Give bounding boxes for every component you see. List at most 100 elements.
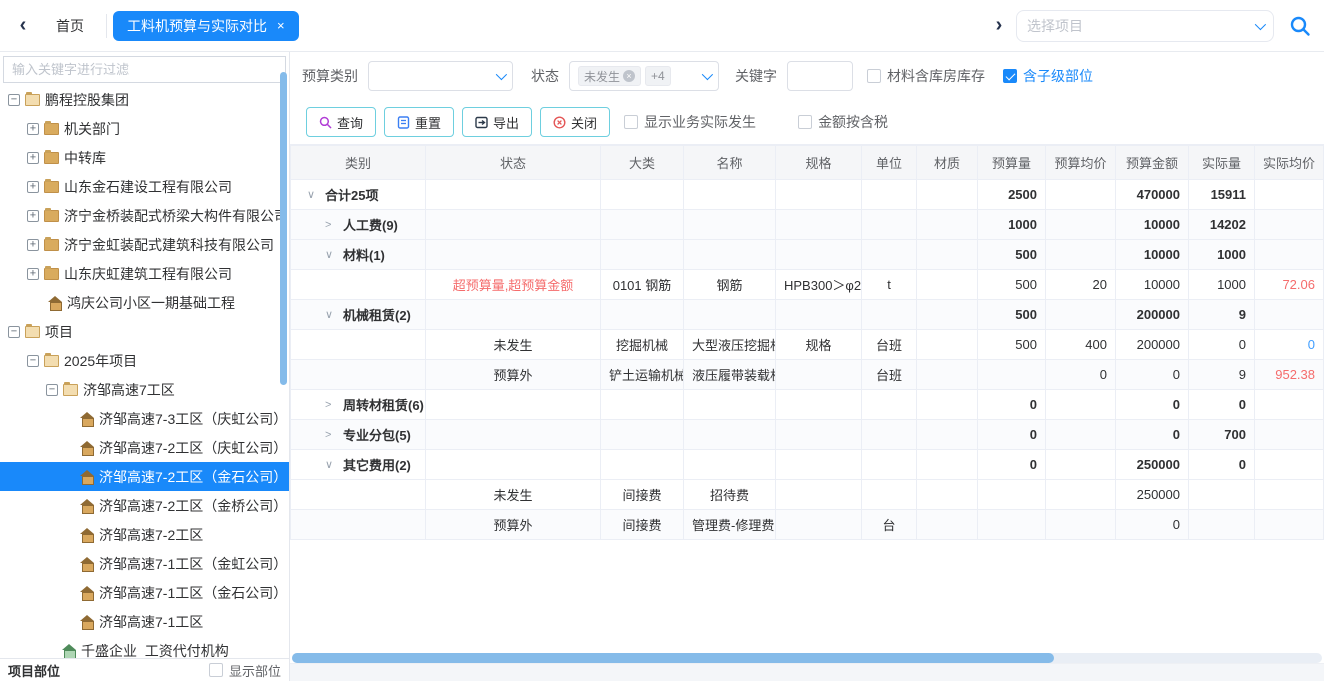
table-row[interactable]: 机械租赁(2) 500 200000 9 [291,300,1324,330]
material-stock-checkbox[interactable] [867,69,881,83]
chevron-down-icon[interactable] [702,69,713,80]
query-button[interactable]: 查询 [306,107,376,137]
show-actual-checkbox-group[interactable]: 显示业务实际发生 [624,112,756,132]
tax-included-checkbox-group[interactable]: 金额按含税 [798,112,888,132]
search-icon[interactable] [1288,14,1312,38]
tree-item[interactable]: 中转库 [0,143,289,172]
table-row[interactable]: 周转材租赁(6) 0 0 0 [291,390,1324,420]
tree-item[interactable]: 济宁金桥装配式桥梁大构件有限公司 [0,201,289,230]
tree-expander-icon[interactable] [8,94,20,106]
forward-arrow-icon[interactable]: › [988,14,1010,37]
row-caret-icon[interactable] [325,458,337,471]
table-row[interactable]: 材料(1) 500 10000 1000 [291,240,1324,270]
tree-filter-input[interactable] [3,56,286,83]
table-header-cell[interactable]: 名称 [684,146,776,180]
row-caret-icon[interactable] [325,429,337,441]
export-button[interactable]: 导出 [462,107,532,137]
back-arrow-icon[interactable]: ‹ [12,14,34,37]
show-parts-checkbox-group[interactable]: 显示部位 [209,661,281,680]
table-row[interactable]: 预算外 间接费 管理费-修理费 台 0 [291,510,1324,540]
project-select-input[interactable] [1027,18,1249,34]
row-caret-icon[interactable] [325,399,337,411]
table-header-cell[interactable]: 大类 [601,146,684,180]
table-horizontal-scrollbar[interactable] [292,653,1322,663]
table-header-cell[interactable]: 规格 [776,146,862,180]
table-header-cell[interactable]: 实际均价 [1255,146,1324,180]
tree-item[interactable]: 千盛企业_工资代付机构 [0,636,289,658]
table-row[interactable]: 未发生 挖掘机械 大型液压挖掘机 规格 台班 500 400 200000 0 … [291,330,1324,360]
keyword-label: 关键字 [735,66,777,86]
tree-expander-icon[interactable] [27,152,39,164]
tab-home[interactable]: 首页 [40,16,100,36]
cell-budget-amount: 470000 [1116,180,1189,210]
table-header-cell[interactable]: 预算量 [978,146,1046,180]
table-row[interactable]: 人工费(9) 1000 10000 142 [291,210,1324,240]
status-tag-more[interactable]: +4 [645,66,671,86]
row-caret-icon[interactable] [325,248,337,261]
tree-item[interactable]: 济邹高速7工区 [0,375,289,404]
table-header-cell[interactable]: 状态 [426,146,601,180]
include-sub-parts-label: 含子级部位 [1023,66,1093,86]
chevron-down-icon[interactable] [496,69,507,80]
scrollbar-thumb[interactable] [292,653,1054,663]
table-header-cell[interactable]: 材质 [917,146,978,180]
table-row[interactable]: 专业分包(5) 0 0 700 [291,420,1324,450]
table-row[interactable]: 合计25项 2500 470000 159 [291,180,1324,210]
tree-item[interactable]: 山东庆虹建筑工程有限公司 [0,259,289,288]
chevron-down-icon[interactable] [1255,18,1266,29]
tree-expander-icon[interactable] [27,355,39,367]
tag-close-icon[interactable]: × [623,70,635,82]
tree-item[interactable]: 鹏程控股集团 [0,85,289,114]
tree-item[interactable]: 济宁金虹装配式建筑科技有限公司 [0,230,289,259]
tree-expander-icon[interactable] [27,123,39,135]
material-stock-checkbox-group[interactable]: 材料含库房库存 [867,66,985,86]
status-multiselect[interactable]: 未发生 × +4 [569,61,719,91]
include-sub-parts-checkbox[interactable] [1003,69,1017,83]
tree-expander-icon[interactable] [46,384,58,396]
row-caret-icon[interactable] [325,308,337,321]
row-caret-icon[interactable] [325,219,337,231]
table-header-cell[interactable]: 预算金额 [1116,146,1189,180]
tree-expander-icon[interactable] [8,326,20,338]
show-parts-checkbox[interactable] [209,663,223,677]
tree-item[interactable]: 济邹高速7-2工区（金石公司） [0,462,289,491]
table-row[interactable]: 超预算量,超预算金额 0101 钢筋 钢筋 HPB300＞φ2 t 500 20… [291,270,1324,300]
tree-item[interactable]: 济邹高速7-1工区 [0,607,289,636]
tree-item[interactable]: 济邹高速7-2工区（金桥公司） [0,491,289,520]
project-select[interactable] [1016,10,1274,42]
tab-active-budget-compare[interactable]: 工料机预算与实际对比 × [113,11,299,41]
tree-item[interactable]: 山东金石建设工程有限公司 [0,172,289,201]
tree-item[interactable]: 济邹高速7-2工区（庆虹公司） [0,433,289,462]
table-header-cell[interactable]: 实际量 [1189,146,1255,180]
tree-item[interactable]: 济邹高速7-1工区（金虹公司） [0,549,289,578]
table-header-cell[interactable]: 类别 [291,146,426,180]
table-row[interactable]: 其它费用(2) 0 250000 0 [291,450,1324,480]
tree-item[interactable]: 济邹高速7-3工区（庆虹公司） [0,404,289,433]
tree-item[interactable]: 济邹高速7-2工区 [0,520,289,549]
table-row[interactable]: 预算外 铲土运输机械 液压履带装载机 台班 0 0 9 952.38 [291,360,1324,390]
tree-expander-icon[interactable] [27,239,39,251]
tab-close-icon[interactable]: × [277,18,285,33]
tree-item[interactable]: 机关部门 [0,114,289,143]
tree-item[interactable]: 2025年项目 [0,346,289,375]
tree-expander-icon[interactable] [27,181,39,193]
close-button[interactable]: 关闭 [540,107,610,137]
sidebar-vertical-scrollbar[interactable] [280,72,287,385]
include-sub-parts-checkbox-group[interactable]: 含子级部位 [1003,66,1093,86]
table-row[interactable]: 未发生 间接费 招待费 250000 [291,480,1324,510]
table-header-cell[interactable]: 预算均价 [1046,146,1116,180]
table-header-cell[interactable]: 单位 [862,146,917,180]
tree-item[interactable]: 项目 [0,317,289,346]
tree-item[interactable]: 济邹高速7-1工区（金石公司） [0,578,289,607]
keyword-input[interactable] [787,61,853,91]
reset-button[interactable]: 重置 [384,107,454,137]
category-label: 周转材租赁(6) [343,395,424,414]
tree-expander-icon[interactable] [27,268,39,280]
status-tag-not-occurred[interactable]: 未发生 × [578,66,641,86]
budget-category-select[interactable] [368,61,513,91]
row-caret-icon[interactable] [307,188,319,201]
tax-included-checkbox[interactable] [798,115,812,129]
show-actual-checkbox[interactable] [624,115,638,129]
tree-expander-icon[interactable] [27,210,39,222]
tree-item[interactable]: 鸿庆公司小区一期基础工程 [0,288,289,317]
